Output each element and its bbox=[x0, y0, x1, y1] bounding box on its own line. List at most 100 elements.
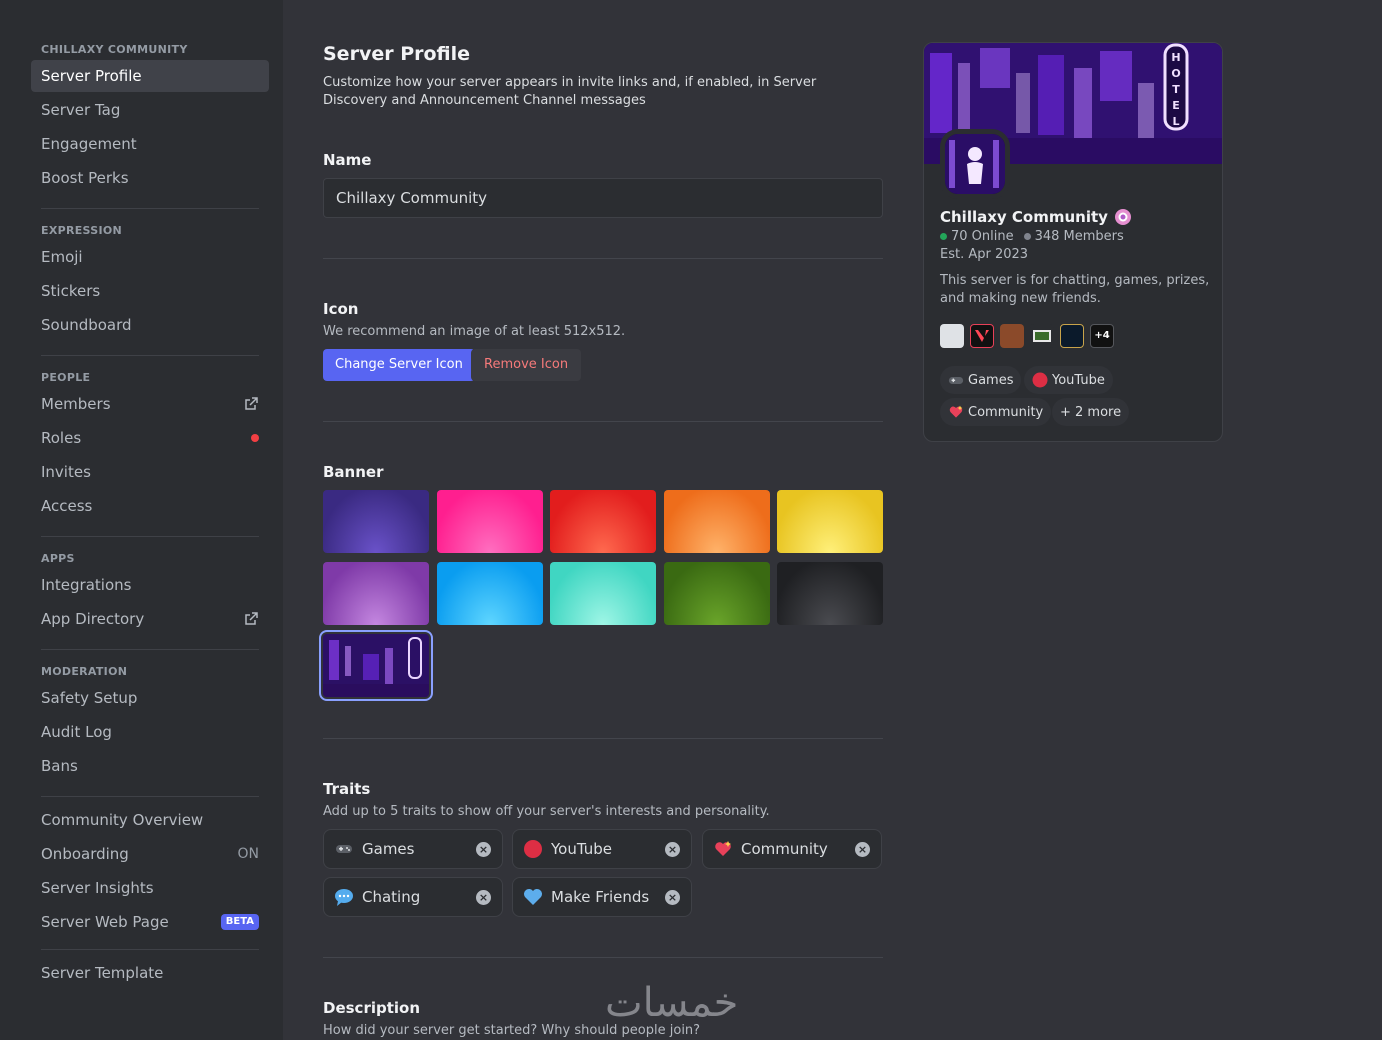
beta-badge: BETA bbox=[220, 914, 259, 930]
banner-swatch-violet[interactable] bbox=[323, 562, 429, 625]
trait-label: YouTube bbox=[551, 840, 612, 858]
sidebar-item-label: Onboarding bbox=[41, 845, 129, 863]
section-divider bbox=[323, 421, 883, 422]
trait-chip-games[interactable]: Games × bbox=[323, 829, 503, 869]
change-server-icon-button[interactable]: Change Server Icon bbox=[323, 349, 475, 381]
sidebar-item-server-tag[interactable]: Server Tag bbox=[31, 94, 269, 126]
sidebar-item-safety-setup[interactable]: Safety Setup bbox=[31, 682, 269, 714]
trait-chip-youtube[interactable]: YouTube × bbox=[512, 829, 692, 869]
remove-trait-icon[interactable]: × bbox=[665, 890, 680, 905]
sidebar-item-server-web-page[interactable]: Server Web Page BETA bbox=[31, 906, 269, 938]
trait-label: Games bbox=[362, 840, 415, 858]
sidebar-item-invites[interactable]: Invites bbox=[31, 456, 269, 488]
banner-swatch-yellow[interactable] bbox=[777, 490, 883, 553]
sidebar-item-label: Server Tag bbox=[41, 101, 121, 119]
preview-server-name-text: Chillaxy Community bbox=[940, 208, 1108, 226]
banner-swatch-black[interactable] bbox=[777, 562, 883, 625]
preview-description: This server is for chatting, games, priz… bbox=[940, 273, 1210, 306]
trait-chip-community[interactable]: Community × bbox=[702, 829, 882, 869]
sidebar-item-roles[interactable]: Roles bbox=[31, 422, 269, 454]
sidebar-header-people: PEOPLE bbox=[41, 371, 91, 384]
blue-heart-icon bbox=[523, 887, 543, 907]
trait-chip-make-friends[interactable]: Make Friends × bbox=[512, 877, 692, 917]
roblox-game-icon bbox=[940, 324, 964, 348]
sidebar-item-label: Soundboard bbox=[41, 316, 132, 334]
preview-chip-community: Community bbox=[940, 398, 1052, 426]
sidebar-item-bans[interactable]: Bans bbox=[31, 750, 269, 782]
watermark-logo: خمسات bbox=[605, 980, 739, 1026]
remove-trait-icon[interactable]: × bbox=[855, 842, 870, 857]
red-dead-game-icon bbox=[1000, 324, 1024, 348]
sidebar-group-people: PEOPLE Members Roles Invites Access bbox=[31, 368, 269, 524]
preview-chip-more: + 2 more bbox=[1052, 398, 1130, 426]
sidebar-item-audit-log[interactable]: Audit Log bbox=[31, 716, 269, 748]
sidebar-item-soundboard[interactable]: Soundboard bbox=[31, 309, 269, 341]
sidebar-item-server-template[interactable]: Server Template bbox=[31, 957, 269, 989]
sidebar-item-label: Server Insights bbox=[41, 879, 154, 897]
preview-server-stats: 70 Online 348 Members bbox=[940, 229, 1124, 244]
speech-bubble-icon bbox=[334, 887, 354, 907]
sidebar-item-emoji[interactable]: Emoji bbox=[31, 241, 269, 273]
sidebar-divider bbox=[41, 949, 259, 950]
trait-chip-chating[interactable]: Chating × bbox=[323, 877, 503, 917]
online-dot-icon bbox=[940, 233, 947, 240]
sidebar-item-label: Invites bbox=[41, 463, 91, 481]
banner-swatch-purple[interactable] bbox=[323, 490, 429, 553]
section-divider bbox=[323, 957, 883, 958]
sidebar-group-moderation: MODERATION Safety Setup Audit Log Bans bbox=[31, 662, 269, 784]
sidebar-item-access[interactable]: Access bbox=[31, 490, 269, 522]
trait-label: Community bbox=[741, 840, 828, 858]
banner-hotel-sign: H bbox=[1171, 51, 1180, 64]
sidebar-item-label: Boost Perks bbox=[41, 169, 129, 187]
server-avatar bbox=[940, 129, 1010, 199]
sidebar-item-label: Server Profile bbox=[41, 67, 142, 85]
members-dot-icon bbox=[1023, 233, 1031, 240]
banner-swatch-red[interactable] bbox=[550, 490, 656, 553]
sidebar-item-label: Server Web Page bbox=[41, 913, 169, 931]
sidebar-item-server-insights[interactable]: Server Insights bbox=[31, 872, 269, 904]
banner-hotel-sign: O bbox=[1171, 67, 1180, 80]
sidebar-divider bbox=[41, 796, 259, 797]
sidebar-header-server: CHILLAXY COMMUNITY bbox=[41, 43, 188, 56]
sidebar-item-server-profile[interactable]: Server Profile bbox=[31, 60, 269, 92]
league-of-legends-game-icon bbox=[1060, 324, 1084, 348]
sidebar-item-label: Members bbox=[41, 395, 111, 413]
sidebar-divider bbox=[41, 208, 259, 209]
chip-label: Games bbox=[968, 372, 1014, 388]
banner-hotel-sign: E bbox=[1172, 99, 1180, 112]
banner-swatch-pink[interactable] bbox=[437, 490, 543, 553]
sidebar-item-label: Integrations bbox=[41, 576, 132, 594]
remove-trait-icon[interactable]: × bbox=[476, 890, 491, 905]
banner-hotel-sign: T bbox=[1172, 83, 1180, 96]
sidebar-item-label: Safety Setup bbox=[41, 689, 138, 707]
sidebar-item-community-overview[interactable]: Community Overview bbox=[31, 804, 269, 836]
banner-swatch-custom-image[interactable] bbox=[319, 630, 433, 701]
sidebar-item-label: Access bbox=[41, 497, 93, 515]
established-date: Est. Apr 2023 bbox=[940, 247, 1029, 262]
sidebar-item-stickers[interactable]: Stickers bbox=[31, 275, 269, 307]
section-divider bbox=[323, 738, 883, 739]
banner-swatch-orange[interactable] bbox=[664, 490, 770, 553]
sidebar-item-label: Emoji bbox=[41, 248, 83, 266]
sidebar-item-boost-perks[interactable]: Boost Perks bbox=[31, 162, 269, 194]
sidebar-item-engagement[interactable]: Engagement bbox=[31, 128, 269, 160]
sidebar-item-members[interactable]: Members bbox=[31, 388, 269, 420]
remove-trait-icon[interactable]: × bbox=[476, 842, 491, 857]
banner-swatch-teal[interactable] bbox=[550, 562, 656, 625]
sidebar-item-label: Bans bbox=[41, 757, 78, 775]
server-name-input[interactable]: Chillaxy Community bbox=[323, 178, 883, 218]
sidebar-item-label: Community Overview bbox=[41, 811, 204, 829]
sidebar-item-onboarding[interactable]: Onboarding ON bbox=[31, 838, 269, 870]
sidebar-header-apps: APPS bbox=[41, 552, 75, 565]
banner-swatch-blue[interactable] bbox=[437, 562, 543, 625]
sidebar-header-expression: EXPRESSION bbox=[41, 224, 123, 237]
community-badge-icon bbox=[1114, 209, 1131, 225]
remove-trait-icon[interactable]: × bbox=[665, 842, 680, 857]
external-link-icon bbox=[245, 397, 258, 410]
remove-icon-button[interactable]: Remove Icon bbox=[471, 349, 582, 381]
gta-game-icon bbox=[1030, 324, 1054, 348]
sidebar-item-app-directory[interactable]: App Directory bbox=[31, 603, 269, 635]
chip-label: YouTube bbox=[1052, 372, 1105, 388]
sidebar-item-integrations[interactable]: Integrations bbox=[31, 569, 269, 601]
banner-swatch-green[interactable] bbox=[664, 562, 770, 625]
